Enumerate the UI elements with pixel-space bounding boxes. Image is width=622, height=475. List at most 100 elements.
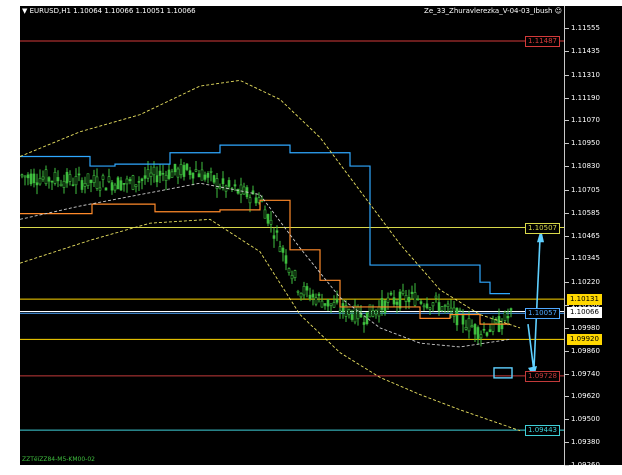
axis-tick-label: 1.11310: [571, 70, 600, 79]
chart-area[interactable]: ▼ EURUSD,H1 1.10064 1.10066 1.10051 1.10…: [20, 6, 564, 465]
candle-body: [488, 329, 492, 333]
candle-body: [419, 301, 423, 304]
candle-body: [263, 209, 267, 219]
axis-tick: [565, 373, 569, 375]
candle-body: [38, 178, 42, 185]
candle-body: [158, 170, 162, 176]
candle-body: [347, 309, 351, 315]
axis-tick-label: 1.10830: [571, 162, 600, 171]
price-chart[interactable]: [20, 6, 564, 465]
candle-body: [434, 295, 438, 299]
candle-body: [287, 268, 291, 273]
chart-header: ▼ EURUSD,H1 1.10064 1.10066 1.10051 1.10…: [22, 6, 196, 16]
axis-tick-label: 1.09260: [571, 461, 600, 469]
candle-body: [269, 219, 273, 225]
axis-tick: [565, 74, 569, 76]
level-tag: 1.10057: [525, 308, 560, 320]
candle-body: [293, 270, 297, 279]
candle-body: [296, 290, 300, 293]
axis-tick: [565, 50, 569, 52]
candle-body: [170, 171, 174, 178]
candle-body: [185, 163, 189, 170]
candle-body: [461, 315, 465, 325]
candle-body: [92, 175, 96, 183]
candle-body: [140, 178, 144, 182]
candle-body: [221, 178, 225, 185]
indicator-name: Ze_33_Zhuravlerezka_V-04-03_Ibush ☺: [424, 6, 562, 16]
candle-body: [422, 305, 426, 308]
candle-body: [116, 177, 120, 190]
candle-body: [362, 322, 366, 325]
candle-body: [83, 182, 87, 187]
candle-body: [182, 165, 186, 177]
candle-body: [233, 184, 237, 187]
candle-body: [209, 171, 213, 173]
candle-body: [266, 214, 270, 224]
candle-body: [164, 174, 168, 181]
axis-tick-label: 1.09380: [571, 438, 600, 447]
axis-tick: [565, 189, 569, 191]
candle-body: [149, 172, 153, 177]
candle-body: [509, 308, 513, 311]
candle-body: [176, 168, 180, 178]
candle-body: [473, 324, 477, 335]
ohlc-values: 1.10064 1.10066 1.10051 1.10066: [73, 7, 196, 15]
axis-tick-label: 1.11435: [571, 46, 600, 55]
candle-body: [281, 247, 285, 253]
candle-body: [200, 169, 204, 181]
candle-body: [302, 285, 306, 296]
candle-body: [308, 294, 312, 300]
candle-body: [29, 173, 33, 185]
candle-body: [479, 334, 483, 339]
candle-body: [290, 275, 294, 280]
lower-channel-line: [20, 199, 510, 325]
axis-tick-label: 1.09620: [571, 392, 600, 401]
candle-body: [239, 184, 243, 195]
candle-body: [119, 180, 123, 191]
candle-body: [254, 197, 258, 204]
level-tag: 1.10131: [567, 294, 602, 306]
candle-body: [89, 179, 93, 184]
candle-body: [218, 186, 222, 189]
candle-body: [80, 180, 84, 190]
candle-body: [392, 297, 396, 305]
candle-body: [212, 175, 216, 183]
chart-window[interactable]: ▼ EURUSD,H1 1.10064 1.10066 1.10051 1.10…: [0, 0, 622, 475]
candle-body: [161, 173, 165, 175]
candle-body: [206, 173, 210, 178]
candle-body: [482, 328, 486, 331]
level-tag: 1.10066: [567, 306, 602, 318]
axis-tick: [565, 396, 569, 398]
target-box: [493, 367, 513, 379]
candle-body: [143, 175, 147, 179]
candle-body: [227, 180, 231, 187]
candle-body: [242, 186, 246, 195]
candle-body: [41, 176, 45, 180]
level-tag: 1.09920: [567, 334, 602, 346]
candle-body: [455, 307, 459, 326]
axis-tick-label: 1.10220: [571, 278, 600, 287]
candle-body: [467, 318, 471, 332]
candle-body: [311, 293, 315, 298]
axis-tick-label: 1.10345: [571, 254, 600, 263]
candle-body: [248, 197, 252, 204]
price-axis[interactable]: 1.11555 1.11435 1.11310 1.11190 1.11070 1.109…: [564, 6, 622, 469]
axis-tick-label: 1.10705: [571, 185, 600, 194]
candle-body: [323, 303, 327, 306]
axis-tick-label: 1.09740: [571, 369, 600, 378]
candle-body: [365, 312, 369, 324]
level-tag: 1.09728: [525, 370, 560, 382]
candle-body: [23, 175, 27, 178]
axis-tick-label: 1.10950: [571, 139, 600, 148]
axis-tick: [565, 120, 569, 122]
dropdown-arrow-icon[interactable]: ▼: [22, 7, 30, 15]
candle-body: [197, 173, 201, 178]
candle-body: [491, 318, 495, 332]
candle-body: [413, 292, 417, 306]
candle-body: [155, 175, 159, 183]
candle-body: [398, 291, 402, 309]
candle-body: [377, 306, 381, 317]
candle-body: [35, 182, 39, 186]
axis-tick-label: 1.11070: [571, 116, 600, 125]
axis-tick: [565, 258, 569, 260]
